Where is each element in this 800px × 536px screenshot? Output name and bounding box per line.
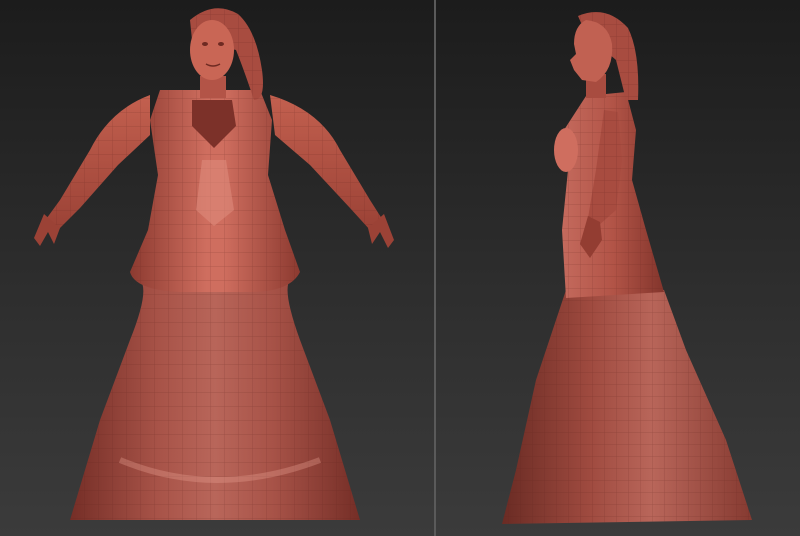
front-view-panel[interactable] — [0, 0, 434, 536]
side-view-figure — [502, 12, 752, 524]
sculpt-viewport[interactable] — [0, 0, 800, 536]
side-view-panel[interactable] — [436, 0, 800, 536]
head — [190, 20, 234, 80]
front-view-figure — [34, 8, 394, 520]
